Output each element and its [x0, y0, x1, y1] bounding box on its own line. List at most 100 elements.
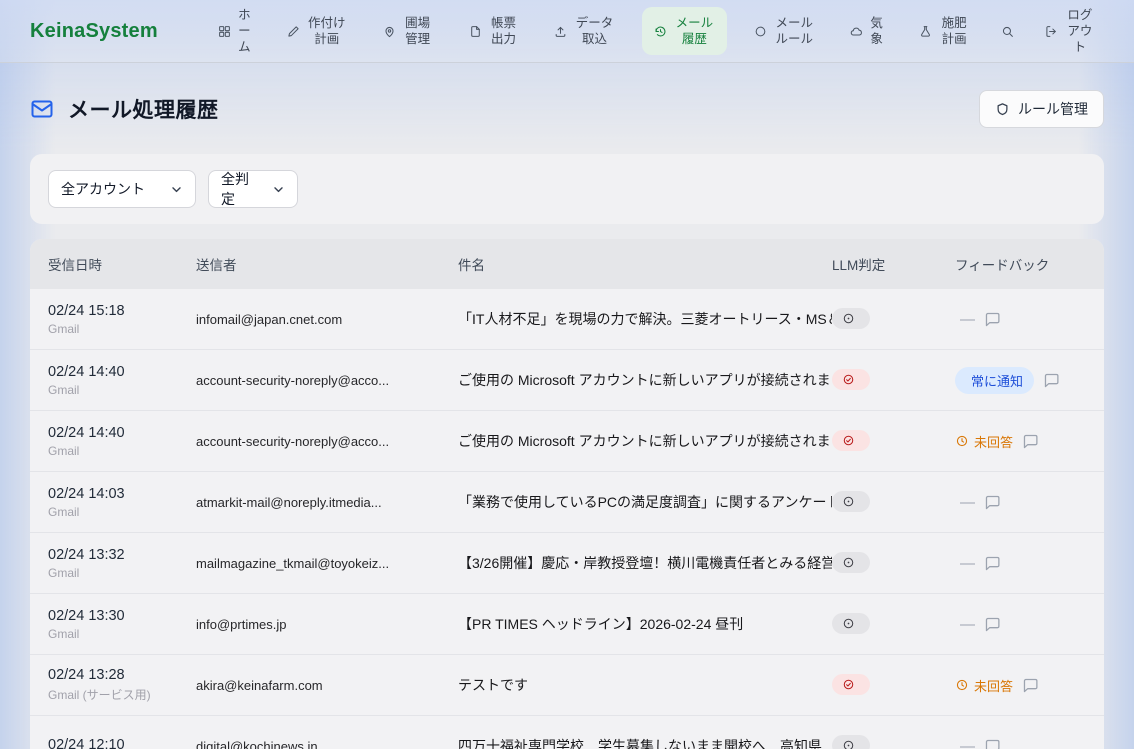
received-time: 02/24 14:03 [48, 486, 196, 502]
history-icon [654, 25, 667, 38]
table-row[interactable]: 02/24 13:28 Gmail (サービス用) akira@keinafar… [30, 655, 1104, 716]
sender: mailmagazine_tkmail@toyokeiz... [196, 556, 458, 571]
circle-icon [754, 25, 767, 38]
logout-icon [1045, 25, 1058, 38]
feedback-status: 未回答 [955, 676, 1013, 695]
nav-item-label: 圃場管理 [402, 15, 434, 48]
sender: info@prtimes.jp [196, 617, 458, 632]
nav-item-data-import[interactable]: データ取込 [546, 9, 623, 54]
col-sender: 送信者 [196, 254, 458, 274]
page-title: メール処理履歴 [68, 94, 219, 124]
verdict-filter-value: 全判定 [221, 169, 262, 209]
comment-bubble-icon[interactable] [1022, 677, 1039, 694]
table-row[interactable]: 02/24 15:18 Gmail infomail@japan.cnet.co… [30, 289, 1104, 350]
verdict-icon [842, 312, 855, 325]
page-header: メール処理履歴 ルール管理 [30, 87, 1104, 131]
nav-item-weather[interactable]: 気象 [842, 9, 892, 54]
comment-bubble-icon[interactable] [984, 494, 1001, 511]
subject: 「IT人材不足」を現場の力で解決。三菱オートリース・MS＆AD... [458, 309, 832, 329]
received-time: 02/24 12:10 [48, 737, 196, 749]
table-header-row: 受信日時 送信者 件名 LLM判定 フィードバック [30, 239, 1104, 289]
nav-item-search[interactable] [997, 19, 1018, 44]
nav-item-label: メール履歴 [673, 15, 715, 48]
rule-manage-label: ルール管理 [1018, 99, 1088, 119]
subject: 四万十福祉専門学校 学生募集しないまま開校へ 高知県... [458, 736, 832, 749]
table-row[interactable]: 02/24 12:10 digital@kochinews.in... 四万十福… [30, 716, 1104, 749]
comment-bubble-icon[interactable] [1043, 372, 1060, 389]
nav-item-planting-plan[interactable]: 作付け計画 [279, 9, 356, 54]
comment-bubble-icon[interactable] [984, 616, 1001, 633]
col-feedback: フィードバック [955, 254, 1086, 274]
verdict-icon [842, 434, 855, 447]
comment-bubble-icon[interactable] [984, 311, 1001, 328]
verdict-icon [842, 556, 855, 569]
table-row[interactable]: 02/24 13:32 Gmail mailmagazine_tkmail@to… [30, 533, 1104, 594]
received-time: 02/24 14:40 [48, 425, 196, 441]
nav-item-logout[interactable]: ログアウト [1037, 1, 1104, 62]
col-llm-verdict: LLM判定 [832, 254, 955, 274]
chevron-down-icon [272, 183, 285, 196]
table-row[interactable]: 02/24 14:40 Gmail account-security-norep… [30, 350, 1104, 411]
mail-icon [30, 97, 54, 121]
account-label: Gmail (サービス用) [48, 686, 196, 703]
nav-item-label: データ取込 [573, 15, 615, 48]
subject: ご使用の Microsoft アカウントに新しいアプリが接続されました [458, 370, 832, 390]
feedback-icon [955, 678, 969, 692]
verdict-filter-select[interactable]: 全判定 [208, 170, 298, 208]
account-label: Gmail [48, 566, 196, 580]
nav-item-label: 気象 [869, 15, 884, 48]
feedback-status: — [955, 555, 975, 572]
nav-item-mail-rules[interactable]: メールルール [746, 9, 823, 54]
comment-bubble-icon[interactable] [984, 555, 1001, 572]
rule-manage-button[interactable]: ルール管理 [979, 90, 1104, 128]
received-time: 02/24 15:18 [48, 303, 196, 319]
feedback-status: 常に通知 [955, 367, 1034, 394]
subject: ご使用の Microsoft アカウントに新しいアプリが接続されました [458, 431, 832, 451]
llm-verdict-badge [832, 735, 870, 749]
nav-item-label: 帳票出力 [488, 15, 520, 48]
verdict-icon [842, 678, 855, 691]
nav-item-mail-history[interactable]: メール履歴 [642, 7, 727, 56]
nav-item-label: メールルール [773, 15, 815, 48]
received-time: 02/24 13:28 [48, 667, 196, 683]
account-filter-value: 全アカウント [61, 179, 145, 199]
shield-icon [995, 102, 1010, 117]
sender: account-security-noreply@acco... [196, 373, 458, 388]
comment-bubble-icon[interactable] [984, 738, 1001, 749]
sender: akira@keinafarm.com [196, 678, 458, 693]
table-row[interactable]: 02/24 14:03 Gmail atmarkit-mail@noreply.… [30, 472, 1104, 533]
sender: atmarkit-mail@noreply.itmedia... [196, 495, 458, 510]
nav-item-fertilizer-plan[interactable]: 施肥計画 [911, 9, 978, 54]
feedback-status: — [955, 616, 975, 633]
received-time: 02/24 14:40 [48, 364, 196, 380]
nav-item-field-management[interactable]: 圃場管理 [375, 9, 442, 54]
sender: digital@kochinews.in... [196, 739, 458, 749]
flask-icon [919, 25, 932, 38]
main-nav: ホーム 作付け計画 圃場管理 帳票出力 データ取込 メール履歴 メールルール 気象 施肥計画 ログ… [210, 1, 1104, 62]
received-time: 02/24 13:32 [48, 547, 196, 563]
table-row[interactable]: 02/24 14:40 Gmail account-security-norep… [30, 411, 1104, 472]
account-filter-select[interactable]: 全アカウント [48, 170, 196, 208]
account-label: Gmail [48, 383, 196, 397]
nav-item-home[interactable]: ホーム [210, 1, 260, 62]
subject: 【3/26開催】慶応・岸教授登壇！横川電機責任者とみる経営... [458, 553, 832, 573]
llm-verdict-badge [832, 552, 870, 573]
account-label: Gmail [48, 505, 196, 519]
nav-item-label: 施肥計画 [938, 15, 970, 48]
comment-bubble-icon[interactable] [1022, 433, 1039, 450]
llm-verdict-badge [832, 369, 870, 390]
verdict-icon [842, 739, 855, 749]
llm-verdict-badge [832, 674, 870, 695]
sender: account-security-noreply@acco... [196, 434, 458, 449]
subject: 「業務で使用しているPCの満足度調査」に関するアンケート ≪... [458, 492, 832, 512]
chevron-down-icon [170, 183, 183, 196]
app-logo: KeinaSystem [30, 20, 158, 43]
main-content: メール処理履歴 ルール管理 全アカウント 全判定 受信日時 送信者 件名 LLM [0, 87, 1134, 749]
table-row[interactable]: 02/24 13:30 Gmail info@prtimes.jp 【PR TI… [30, 594, 1104, 655]
feedback-status: — [955, 494, 975, 511]
verdict-icon [842, 373, 855, 386]
nav-item-label: ホーム [237, 7, 252, 56]
nav-item-report-output[interactable]: 帳票出力 [461, 9, 528, 54]
sender: infomail@japan.cnet.com [196, 312, 458, 327]
llm-verdict-badge [832, 308, 870, 329]
